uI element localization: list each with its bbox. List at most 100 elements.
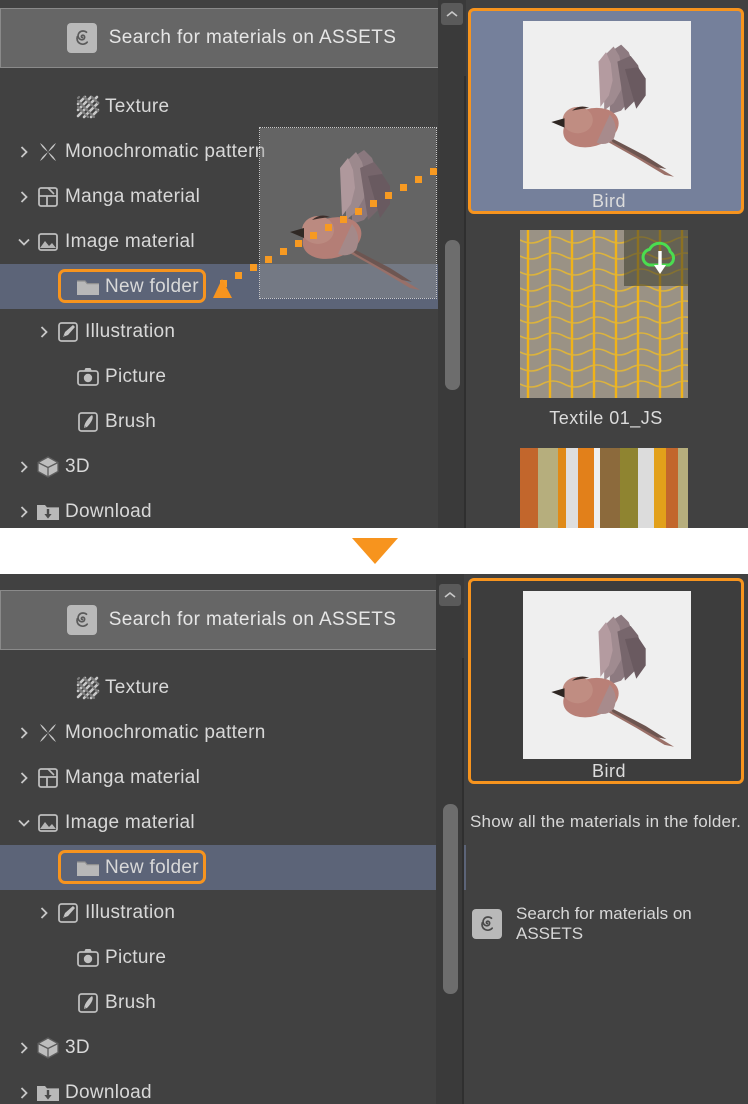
tree-item-3d-after[interactable]: 3D xyxy=(0,1025,466,1070)
camera-icon xyxy=(75,945,101,971)
material-card-textile-before[interactable]: Textile 01_JS xyxy=(468,222,744,428)
tree-item-texture-after[interactable]: Texture xyxy=(0,665,466,710)
textile-thumbnail xyxy=(519,230,697,398)
tree-item-label: New folder xyxy=(105,276,199,297)
tree-item-3d-before[interactable]: 3D xyxy=(0,444,466,489)
chevron-right-icon[interactable] xyxy=(16,1085,32,1101)
tree-item-brush-before[interactable]: Brush xyxy=(0,399,466,444)
material-name-textile: Textile 01_JS xyxy=(549,408,663,428)
material-card-stripes-before[interactable] xyxy=(468,448,744,528)
brush-icon xyxy=(75,409,101,435)
download-folder-icon xyxy=(35,1080,61,1104)
chevron-down-icon[interactable] xyxy=(16,234,32,250)
no-chevron xyxy=(56,860,72,876)
material-name-bird-before: Bird xyxy=(591,191,626,211)
tree-scrollbar-after[interactable] xyxy=(436,574,464,1104)
tree-item-picture-before[interactable]: Picture xyxy=(0,354,466,399)
assets-search-link-row[interactable]: Search for materials on ASSETS xyxy=(472,904,748,944)
chevron-right-icon[interactable] xyxy=(16,189,32,205)
folder-icon xyxy=(75,274,101,300)
tree-item-label: Brush xyxy=(105,992,157,1013)
materials-panel-before: Search for materials on ASSETS Texture M… xyxy=(0,0,748,528)
tree-item-brush-after[interactable]: Brush xyxy=(0,980,466,1025)
tree-item-label: Monochromatic pattern xyxy=(65,141,266,162)
tree-item-monochromatic-pattern-after[interactable]: Monochromatic pattern xyxy=(0,710,466,755)
tree-item-label: 3D xyxy=(65,456,90,477)
tree-item-label: Texture xyxy=(105,96,170,117)
material-card-bird-after[interactable]: Bird xyxy=(468,578,744,784)
material-tree-before: Search for materials on ASSETS Texture M… xyxy=(0,0,466,528)
chevron-right-icon[interactable] xyxy=(16,459,32,475)
screenshot-root: Search for materials on ASSETS Texture M… xyxy=(0,0,748,1104)
tree-item-manga-material-after[interactable]: Manga material xyxy=(0,755,466,800)
tree-item-label: Download xyxy=(65,1082,152,1103)
tree-scrollbar-before[interactable] xyxy=(438,0,466,528)
tree-item-label: Image material xyxy=(65,812,195,833)
image-icon xyxy=(35,229,61,255)
tree-item-label: Monochromatic pattern xyxy=(65,722,266,743)
tree-item-label: Picture xyxy=(105,366,167,387)
material-grid-after: Bird Show all the materials in the folde… xyxy=(468,574,748,1104)
tree-item-label: Manga material xyxy=(65,767,201,788)
tree-item-new-folder-after[interactable]: New folder xyxy=(0,845,466,890)
chevron-right-icon[interactable] xyxy=(16,725,32,741)
tree-item-label: Manga material xyxy=(65,186,201,207)
scroll-up-button-before[interactable] xyxy=(441,3,463,25)
no-chevron xyxy=(56,950,72,966)
tree-item-illustration-before[interactable]: Illustration xyxy=(0,309,466,354)
search-assets-bar-after[interactable]: Search for materials on ASSETS xyxy=(0,590,463,650)
scroll-thumb-before[interactable] xyxy=(445,240,460,390)
download-folder-icon xyxy=(35,499,61,525)
chevron-right-icon[interactable] xyxy=(16,1040,32,1056)
tree-item-label: Illustration xyxy=(85,321,176,342)
tree-item-label: Download xyxy=(65,501,152,522)
brush-icon xyxy=(75,990,101,1016)
panel-divider-before xyxy=(464,76,466,528)
chevron-right-icon[interactable] xyxy=(36,905,52,921)
tree-item-texture-before[interactable]: Texture xyxy=(0,84,466,129)
tree-item-illustration-after[interactable]: Illustration xyxy=(0,890,466,935)
assets-logo-icon xyxy=(66,23,97,53)
no-chevron xyxy=(56,369,72,385)
assets-search-link-label: Search for materials on ASSETS xyxy=(516,904,692,943)
tree-item-label: 3D xyxy=(65,1037,90,1058)
manga-panel-icon xyxy=(35,184,61,210)
image-icon xyxy=(35,810,61,836)
no-chevron xyxy=(56,99,72,115)
camera-icon xyxy=(75,364,101,390)
tree-item-label: Picture xyxy=(105,947,167,968)
assets-logo-icon xyxy=(66,605,97,635)
bird-thumbnail-after xyxy=(523,591,691,759)
tree-item-download-after[interactable]: Download xyxy=(0,1070,466,1104)
chevron-down-icon[interactable] xyxy=(16,815,32,831)
no-chevron xyxy=(56,414,72,430)
panel-divider-after xyxy=(462,658,464,1104)
tree-item-label: New folder xyxy=(105,857,199,878)
materials-panel-after: Search for materials on ASSETS Texture M… xyxy=(0,574,748,1104)
chevron-right-icon[interactable] xyxy=(36,324,52,340)
chevron-right-icon[interactable] xyxy=(16,504,32,520)
cloud-download-badge xyxy=(632,230,688,282)
material-grid-before: Bird Textile 01_JS xyxy=(468,0,748,528)
chevron-right-icon[interactable] xyxy=(16,144,32,160)
chevron-right-icon[interactable] xyxy=(16,770,32,786)
material-tree-after: Search for materials on ASSETS Texture M… xyxy=(0,574,466,1104)
tree-item-label: Illustration xyxy=(85,902,176,923)
no-chevron xyxy=(56,680,72,696)
tree-item-picture-after[interactable]: Picture xyxy=(0,935,466,980)
no-chevron xyxy=(56,995,72,1011)
manga-panel-icon xyxy=(35,765,61,791)
scroll-up-button-after[interactable] xyxy=(439,584,461,606)
drag-preview-ghost xyxy=(259,127,437,299)
tree-item-download-before[interactable]: Download xyxy=(0,489,466,528)
stripes-thumbnail xyxy=(520,448,688,528)
empty-folder-message: Show all the materials in the folder. xyxy=(470,812,742,831)
tree-item-image-material-after[interactable]: Image material xyxy=(0,800,466,845)
scroll-thumb-after[interactable] xyxy=(443,804,458,994)
search-assets-bar-before[interactable]: Search for materials on ASSETS xyxy=(0,8,463,68)
cube-3d-icon xyxy=(35,454,61,480)
illustration-icon xyxy=(55,900,81,926)
no-chevron xyxy=(56,279,72,295)
material-card-bird-before[interactable]: Bird xyxy=(468,8,744,214)
illustration-icon xyxy=(55,319,81,345)
